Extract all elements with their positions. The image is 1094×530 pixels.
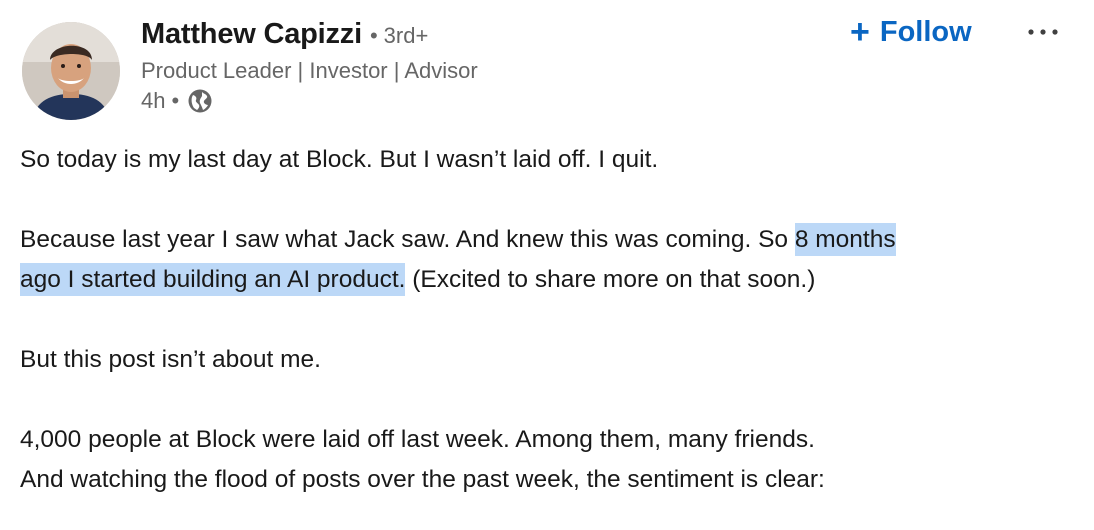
selected-text: ago I started building an AI product. <box>20 263 406 296</box>
author-name[interactable]: Matthew Capizzi <box>141 18 362 51</box>
ellipsis-icon <box>1028 29 1058 35</box>
author-headline: Product Leader | Investor | Advisor <box>141 58 478 83</box>
post-meta: 4h • <box>141 88 478 114</box>
post-body: So today is my last day at Block. But I … <box>20 140 1080 500</box>
post-header: Matthew Capizzi • 3rd+ Product Leader | … <box>141 18 478 114</box>
post-line: So today is my last day at Block. But I … <box>20 146 659 173</box>
connection-degree: 3rd+ <box>383 23 429 48</box>
post-text: (Excited to share more on that soon.) <box>405 266 816 293</box>
post-line: And watching the flood of posts over the… <box>20 466 825 493</box>
follow-label: Follow <box>879 15 972 48</box>
plus-icon: + <box>850 13 870 51</box>
author-name-row: Matthew Capizzi • 3rd+ <box>141 18 478 51</box>
more-options-button[interactable] <box>1026 22 1062 42</box>
post-line: Because last year I saw what Jack saw. A… <box>20 220 1080 260</box>
avatar-photo <box>22 22 120 120</box>
author-avatar[interactable] <box>22 22 120 120</box>
post-line: 4,000 people at Block were laid off last… <box>20 426 815 453</box>
follow-button[interactable]: + Follow <box>850 15 972 49</box>
post-timestamp[interactable]: 4h <box>141 88 165 114</box>
separator-dot: • <box>171 88 180 113</box>
selected-text: 8 months <box>794 223 896 256</box>
post-text: Because last year I saw what Jack saw. A… <box>20 226 795 253</box>
globe-icon <box>187 88 213 114</box>
post-line: But this post isn’t about me. <box>20 346 321 373</box>
post-line: ago I started building an AI product. (E… <box>20 260 1080 300</box>
separator-dot: • <box>369 23 378 48</box>
